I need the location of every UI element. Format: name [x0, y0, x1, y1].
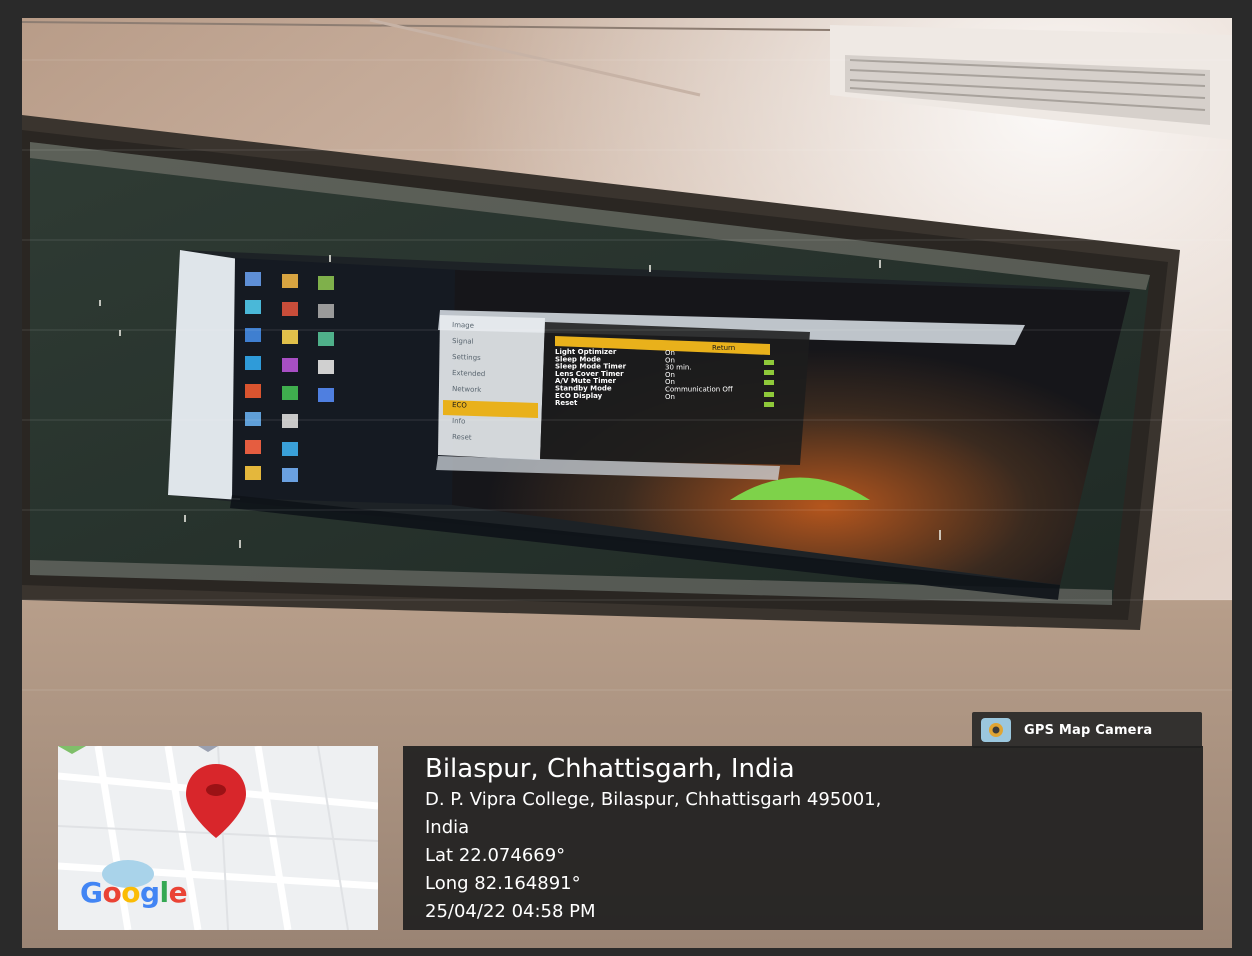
gps-map-camera-badge: GPS Map Camera	[972, 712, 1202, 748]
location-title: Bilaspur, Chhattisgarh, India	[425, 754, 795, 784]
map-thumbnail: Google	[58, 746, 378, 930]
location-info-panel: Bilaspur, Chhattisgarh, India D. P. Vipr…	[403, 746, 1203, 930]
latitude-text: Lat 22.074669°	[425, 845, 566, 866]
longitude-text: Long 82.164891°	[425, 873, 581, 894]
google-logo: Google	[80, 876, 188, 909]
timestamp-text: 25/04/22 04:58 PM	[425, 901, 596, 922]
address-line-2: India	[425, 817, 470, 838]
address-line-1: D. P. Vipra College, Bilaspur, Chhattisg…	[425, 789, 882, 810]
badge-label: GPS Map Camera	[1024, 722, 1153, 738]
gps-map-camera-icon	[981, 718, 1011, 742]
